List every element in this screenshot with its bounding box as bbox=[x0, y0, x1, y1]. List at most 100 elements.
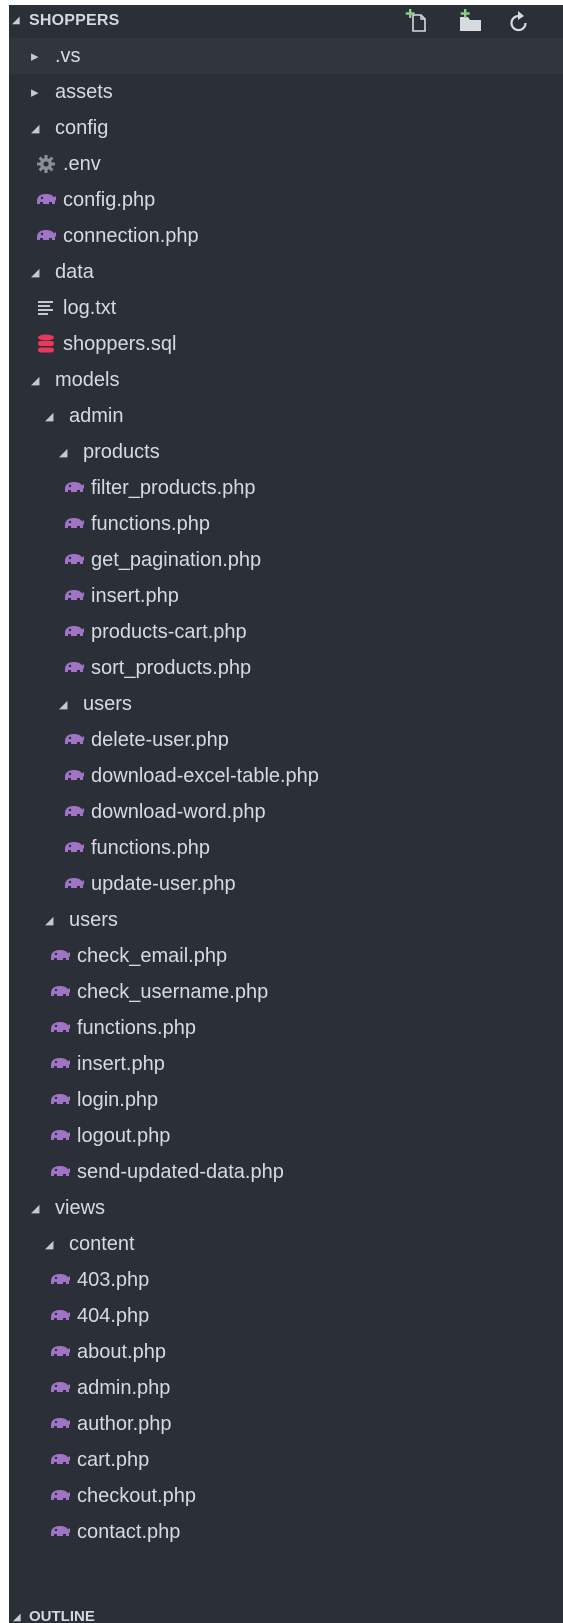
tree-file-row[interactable]: insert.php bbox=[9, 578, 563, 614]
chevron-right-icon[interactable]: ▸ bbox=[31, 81, 45, 103]
tree-file-row[interactable]: check_email.php bbox=[9, 938, 563, 974]
tree-folder-row[interactable]: ◢ content bbox=[9, 1226, 563, 1262]
tree-file-row[interactable]: contact.php bbox=[9, 1514, 563, 1550]
chevron-down-icon[interactable]: ◢ bbox=[45, 1233, 59, 1255]
tree-file-row[interactable]: author.php bbox=[9, 1406, 563, 1442]
php-file-icon bbox=[49, 1377, 71, 1399]
tree-item-label: login.php bbox=[77, 1089, 159, 1111]
tree-item-label: config bbox=[55, 117, 109, 139]
tree-file-row[interactable]: sort_products.php bbox=[9, 650, 563, 686]
tree-file-row[interactable]: admin.php bbox=[9, 1370, 563, 1406]
php-file-icon bbox=[49, 1161, 71, 1183]
tree-item-label: data bbox=[55, 261, 94, 283]
php-file-icon bbox=[49, 1449, 71, 1471]
tree-folder-row[interactable]: ◢ views bbox=[9, 1190, 563, 1226]
tree-folder-row[interactable]: ◢ users bbox=[9, 902, 563, 938]
tree-file-row[interactable]: .env bbox=[9, 146, 563, 182]
chevron-down-icon[interactable]: ◢ bbox=[31, 369, 45, 391]
tree-folder-row[interactable]: ◢ admin bbox=[9, 398, 563, 434]
tree-file-row[interactable]: update-user.php bbox=[9, 866, 563, 902]
tree-item-label: download-word.php bbox=[91, 801, 266, 823]
outline-collapse-caret-icon[interactable]: ◢ bbox=[13, 1612, 21, 1623]
tree-file-row[interactable]: login.php bbox=[9, 1082, 563, 1118]
tree-file-row[interactable]: logout.php bbox=[9, 1118, 563, 1154]
tree-file-row[interactable]: send-updated-data.php bbox=[9, 1154, 563, 1190]
tree-item-label: functions.php bbox=[91, 837, 210, 859]
tree-file-row[interactable]: download-excel-table.php bbox=[9, 758, 563, 794]
tree-item-label: insert.php bbox=[91, 585, 179, 607]
php-file-icon bbox=[63, 513, 85, 535]
tree-file-row[interactable]: config.php bbox=[9, 182, 563, 218]
tree-file-row[interactable]: checkout.php bbox=[9, 1478, 563, 1514]
tree-item-label: users bbox=[69, 909, 118, 931]
text-file-icon bbox=[35, 297, 57, 319]
tree-file-row[interactable]: functions.php bbox=[9, 1010, 563, 1046]
tree-file-row[interactable]: shoppers.sql bbox=[9, 326, 563, 362]
php-file-icon bbox=[63, 585, 85, 607]
chevron-down-icon[interactable]: ◢ bbox=[31, 1197, 45, 1219]
tree-item-label: log.txt bbox=[63, 297, 117, 319]
php-file-icon bbox=[63, 657, 85, 679]
tree-folder-row[interactable]: ◢ models bbox=[9, 362, 563, 398]
tree-folder-row[interactable]: ◢ users bbox=[9, 686, 563, 722]
php-file-icon bbox=[49, 1089, 71, 1111]
chevron-down-icon[interactable]: ◢ bbox=[45, 909, 59, 931]
file-tree: ▸ .vs ▸ assets ◢ config .env config.php connecti… bbox=[9, 38, 563, 1550]
chevron-down-icon[interactable]: ◢ bbox=[45, 405, 59, 427]
tree-file-row[interactable]: 404.php bbox=[9, 1298, 563, 1334]
tree-item-label: admin.php bbox=[77, 1377, 171, 1399]
tree-file-row[interactable]: log.txt bbox=[9, 290, 563, 326]
new-folder-icon[interactable] bbox=[456, 8, 484, 34]
php-file-icon bbox=[49, 1485, 71, 1507]
chevron-down-icon[interactable]: ◢ bbox=[59, 441, 73, 463]
tree-file-row[interactable]: cart.php bbox=[9, 1442, 563, 1478]
tree-file-row[interactable]: get_pagination.php bbox=[9, 542, 563, 578]
chevron-down-icon[interactable]: ◢ bbox=[31, 117, 45, 139]
new-file-icon[interactable] bbox=[404, 8, 432, 34]
tree-folder-row[interactable]: ◢ config bbox=[9, 110, 563, 146]
tree-folder-row[interactable]: ▸ assets bbox=[9, 74, 563, 110]
chevron-right-icon[interactable]: ▸ bbox=[31, 45, 45, 67]
php-file-icon bbox=[49, 1125, 71, 1147]
explorer-section-header[interactable]: ◢ SHOPPERS bbox=[9, 5, 563, 38]
php-file-icon bbox=[49, 945, 71, 967]
php-file-icon bbox=[63, 477, 85, 499]
php-file-icon bbox=[49, 1053, 71, 1075]
tree-file-row[interactable]: connection.php bbox=[9, 218, 563, 254]
tree-item-label: insert.php bbox=[77, 1053, 165, 1075]
tree-item-label: 403.php bbox=[77, 1269, 150, 1291]
section-collapse-caret-icon[interactable]: ◢ bbox=[12, 16, 20, 26]
chevron-down-icon[interactable]: ◢ bbox=[31, 261, 45, 283]
tree-file-row[interactable]: insert.php bbox=[9, 1046, 563, 1082]
tree-file-row[interactable]: delete-user.php bbox=[9, 722, 563, 758]
tree-folder-row[interactable]: ▸ .vs bbox=[9, 38, 563, 74]
tree-item-label: download-excel-table.php bbox=[91, 765, 319, 787]
outline-section-header[interactable]: ◢ OUTLINE bbox=[9, 1607, 563, 1623]
tree-folder-row[interactable]: ◢ products bbox=[9, 434, 563, 470]
refresh-icon[interactable] bbox=[505, 8, 533, 34]
tree-item-label: check_username.php bbox=[77, 981, 269, 1003]
php-file-icon bbox=[49, 1269, 71, 1291]
tree-file-row[interactable]: functions.php bbox=[9, 830, 563, 866]
php-file-icon bbox=[49, 1341, 71, 1363]
tree-file-row[interactable]: download-word.php bbox=[9, 794, 563, 830]
tree-folder-row[interactable]: ◢ data bbox=[9, 254, 563, 290]
tree-item-label: filter_products.php bbox=[91, 477, 256, 499]
tree-file-row[interactable]: about.php bbox=[9, 1334, 563, 1370]
tree-file-row[interactable]: products-cart.php bbox=[9, 614, 563, 650]
tree-item-label: config.php bbox=[63, 189, 156, 211]
tree-file-row[interactable]: 403.php bbox=[9, 1262, 563, 1298]
tree-file-row[interactable]: functions.php bbox=[9, 506, 563, 542]
tree-item-label: .env bbox=[63, 153, 101, 175]
tree-item-label: about.php bbox=[77, 1341, 166, 1363]
chevron-down-icon[interactable]: ◢ bbox=[59, 693, 73, 715]
tree-item-label: views bbox=[55, 1197, 106, 1219]
tree-file-row[interactable]: check_username.php bbox=[9, 974, 563, 1010]
tree-item-label: assets bbox=[55, 81, 113, 103]
tree-item-label: functions.php bbox=[77, 1017, 196, 1039]
tree-item-label: sort_products.php bbox=[91, 657, 252, 679]
database-file-icon bbox=[35, 333, 57, 355]
section-title: SHOPPERS bbox=[29, 12, 120, 29]
explorer-panel: ◢ SHOPPERS ▸ .vs ▸ assets ◢ config .env con bbox=[9, 5, 563, 1623]
tree-file-row[interactable]: filter_products.php bbox=[9, 470, 563, 506]
